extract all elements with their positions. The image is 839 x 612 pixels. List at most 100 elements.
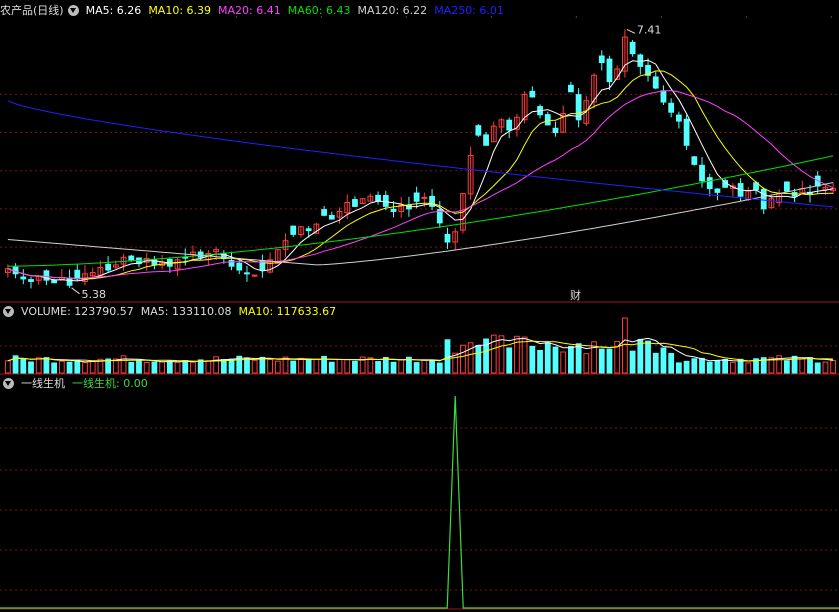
candle-body	[321, 209, 327, 216]
candle-body	[382, 195, 389, 207]
volume-bar	[714, 360, 721, 374]
volume-bar	[637, 338, 644, 374]
volume-bar	[375, 361, 381, 374]
volume-bar	[691, 358, 698, 374]
candle-body	[475, 125, 482, 136]
candle-body	[128, 255, 135, 261]
volume-bar	[745, 362, 752, 374]
top-dot-marker: ·	[660, 13, 663, 22]
volume-bar	[822, 361, 829, 374]
volume-bar	[367, 357, 374, 374]
volume-bar	[290, 360, 297, 374]
candle-body	[529, 90, 536, 98]
volume-bar	[313, 359, 320, 374]
volume-bar	[436, 362, 443, 374]
volume-bar	[20, 358, 27, 374]
candle-body	[675, 114, 682, 122]
volume-bar	[560, 351, 567, 374]
kline-chart[interactable]: · · · · · · · · ·7.415.38 财	[0, 0, 839, 612]
volume-bar	[4, 360, 11, 374]
volume-bar	[683, 360, 690, 374]
candle-body	[305, 228, 312, 232]
volume-bar	[305, 359, 312, 374]
top-dot-marker: ·	[490, 13, 493, 22]
volume-bar	[352, 360, 358, 374]
volume-bar	[128, 361, 135, 374]
volume-bar	[544, 342, 551, 374]
volume-bar	[475, 344, 482, 374]
volume-bar	[213, 356, 219, 374]
top-dot-marker: ·	[405, 13, 408, 22]
volume-bar	[151, 361, 158, 374]
volume-bar	[205, 360, 212, 374]
volume-bar	[675, 362, 682, 374]
volume-bar	[51, 362, 58, 374]
candle-body	[483, 134, 489, 146]
candle-body	[105, 263, 112, 271]
volume-bar	[74, 360, 81, 374]
candle-body	[413, 192, 420, 202]
volume-bar	[645, 340, 651, 374]
candle-body	[20, 276, 27, 280]
volume-bar	[521, 336, 528, 374]
volume-bar	[652, 352, 659, 374]
high-label: 7.41	[637, 23, 662, 36]
candle-body	[66, 277, 73, 286]
candle-body	[236, 262, 243, 271]
volume-bar	[174, 361, 181, 374]
volume-ma5-line	[7, 337, 834, 363]
volume-bar	[729, 361, 736, 374]
volume-bar	[190, 361, 196, 374]
candle-body	[660, 90, 667, 103]
volume-ma10-line	[7, 340, 834, 363]
candle-body	[290, 225, 297, 235]
volume-bar	[244, 357, 250, 374]
candle-body	[706, 177, 713, 190]
low-label: 5.38	[82, 288, 107, 301]
candle-body	[637, 54, 644, 67]
volume-bar	[506, 347, 513, 374]
volume-bar	[344, 359, 351, 374]
candle-body	[606, 58, 613, 83]
volume-bar	[28, 361, 34, 374]
candle-body	[629, 41, 636, 55]
volume-bar	[274, 360, 281, 374]
volume-bar	[143, 361, 150, 374]
top-dot-marker: ·	[745, 13, 748, 22]
candle-body	[328, 214, 335, 220]
volume-bar	[575, 343, 582, 374]
event-marker: 财	[570, 288, 581, 302]
volume-bar	[112, 358, 119, 374]
candle-body	[375, 194, 381, 202]
volume-bar	[552, 346, 559, 374]
candle-body	[760, 188, 767, 210]
volume-bar	[799, 357, 806, 374]
volume-bar	[807, 357, 813, 374]
volume-bar	[259, 356, 266, 374]
candle-body	[506, 119, 513, 131]
volume-bar	[89, 360, 96, 374]
candle-body	[244, 272, 250, 275]
top-dot-marker: ·	[830, 13, 833, 22]
volume-bar	[421, 359, 428, 374]
volume-bar	[429, 360, 435, 374]
candle-body	[668, 102, 675, 113]
volume-bar	[66, 361, 73, 374]
volume-bar	[606, 348, 613, 374]
candle-body	[74, 269, 81, 280]
volume-bar	[467, 342, 474, 374]
volume-bar	[251, 359, 258, 374]
volume-bar	[82, 362, 88, 374]
volume-bar	[136, 359, 142, 374]
volume-bar	[460, 344, 466, 374]
volume-bar	[182, 360, 189, 374]
volume-bar	[598, 348, 605, 374]
volume-bar	[166, 360, 173, 374]
candle-body	[352, 199, 358, 207]
volume-bar	[328, 361, 335, 374]
volume-bar	[537, 349, 543, 374]
candle-body	[714, 188, 721, 193]
high-pointer	[626, 29, 636, 34]
volume-bar	[660, 347, 667, 374]
volume-bar	[529, 345, 536, 374]
